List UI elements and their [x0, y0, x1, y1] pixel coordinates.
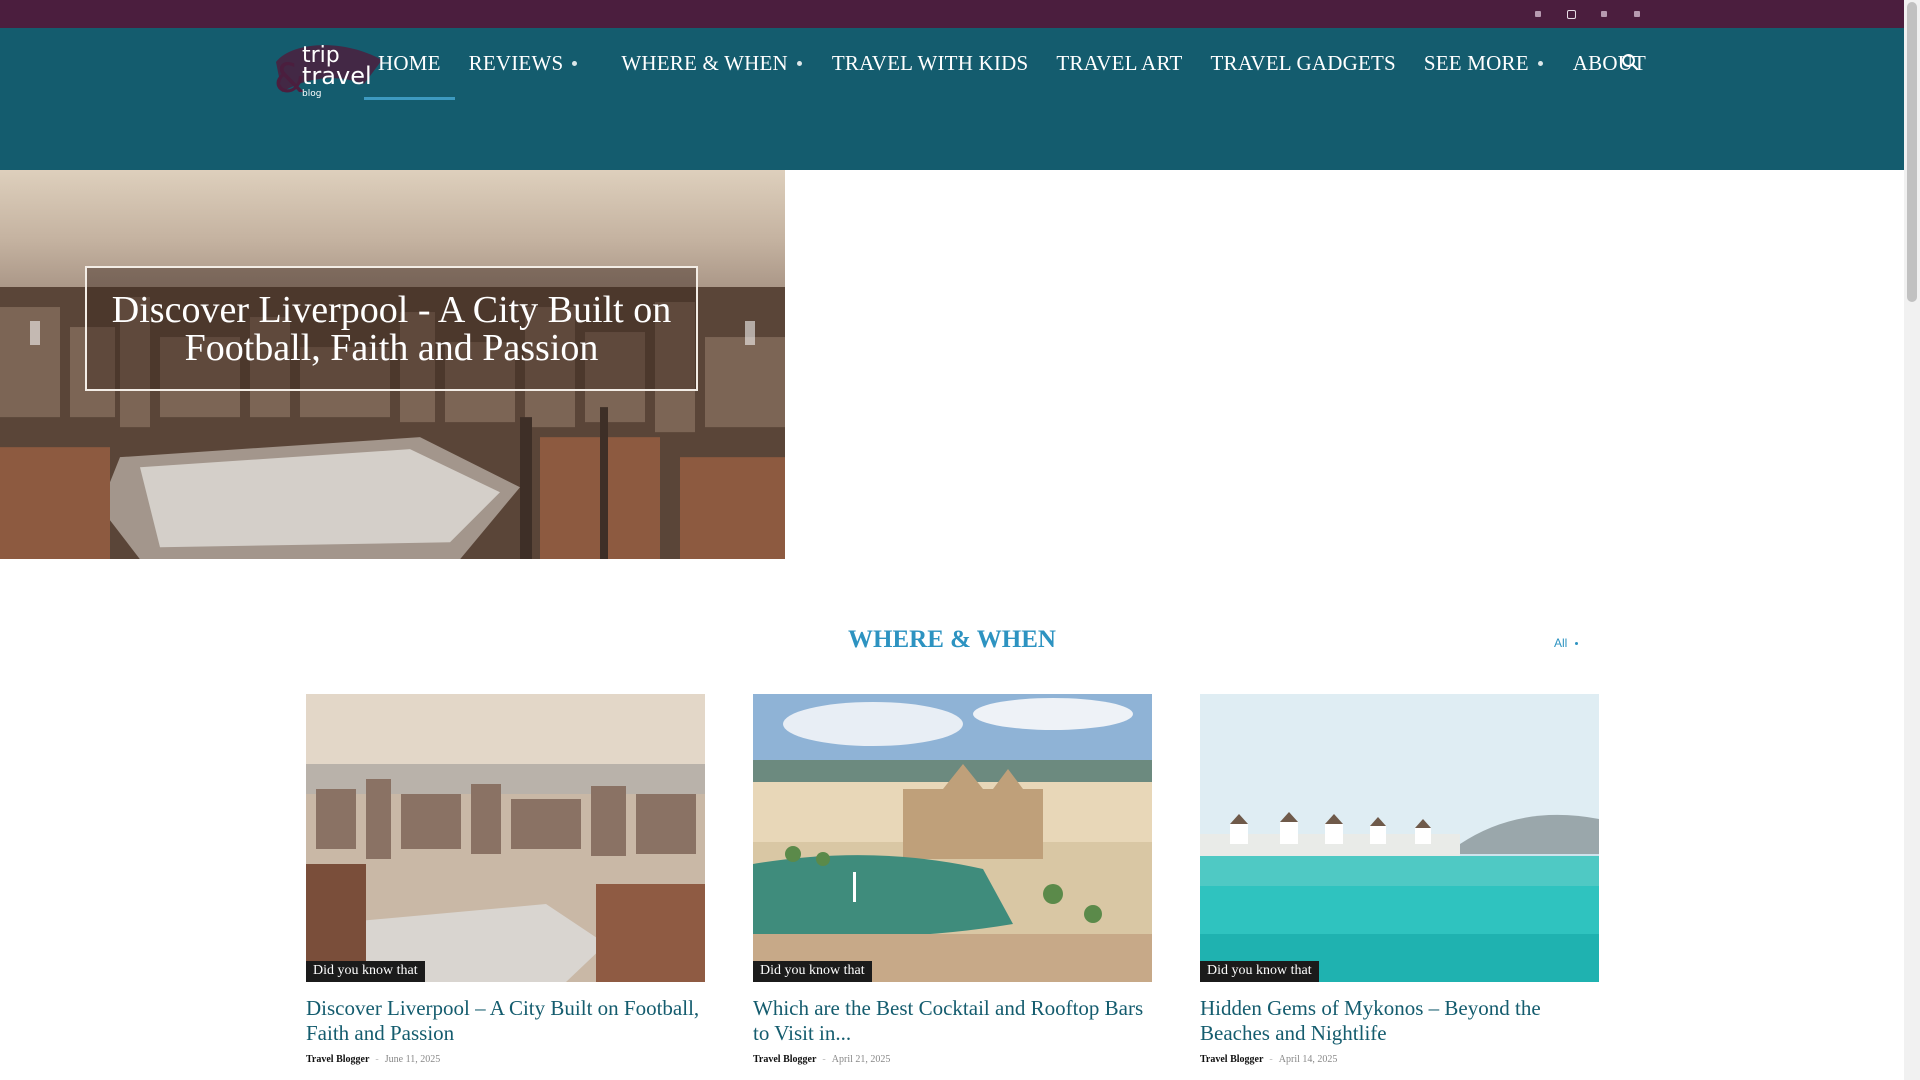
- liverpool-image: [306, 694, 705, 982]
- logo-word-blog: blog: [302, 89, 321, 99]
- nav-home[interactable]: HOME: [364, 28, 455, 100]
- article-date: June 11, 2025: [384, 1053, 441, 1065]
- nav-see-more[interactable]: SEE MORE: [1410, 28, 1557, 98]
- site-header: & trip travel blog HOME REVIEWS WHERE & …: [0, 28, 1904, 170]
- nav-travel-with-kids[interactable]: TRAVEL WITH KIDS: [818, 28, 1042, 98]
- article-thumbnail[interactable]: Did you know that: [306, 694, 705, 982]
- search-button[interactable]: [1618, 50, 1642, 74]
- nav-about[interactable]: ABOUT: [1559, 28, 1660, 98]
- hero-title: Discover Liverpool - A City Built on Foo…: [111, 288, 672, 369]
- article-date: April 14, 2025: [1278, 1053, 1338, 1065]
- nav-travel-with-kids-label: TRAVEL WITH KIDS: [831, 50, 1029, 75]
- article-meta: Travel Blogger - June 11, 2025: [306, 1054, 705, 1065]
- search-icon: [1622, 54, 1639, 71]
- chevron-down-icon: [1537, 60, 1543, 66]
- meta-separator: -: [375, 1053, 379, 1065]
- article-title[interactable]: Which are the Best Cocktail and Rooftop …: [753, 996, 1152, 1046]
- nav-travel-gadgets[interactable]: TRAVEL GADGETS: [1197, 28, 1410, 98]
- facebook-icon[interactable]: [1528, 4, 1548, 24]
- twitter-icon[interactable]: [1627, 4, 1647, 24]
- scrollbar-thumb[interactable]: [1907, 2, 1917, 302]
- instagram-icon[interactable]: [1561, 4, 1581, 24]
- chevron-down-icon: [1575, 641, 1579, 645]
- meta-separator: -: [822, 1053, 826, 1065]
- nav-where-when-label: WHERE & WHEN: [621, 50, 788, 75]
- article-title[interactable]: Hidden Gems of Mykonos – Beyond the Beac…: [1200, 996, 1599, 1046]
- meta-separator: -: [1269, 1053, 1273, 1065]
- article-author[interactable]: Travel Blogger: [306, 1054, 369, 1065]
- chevron-down-icon: [796, 60, 802, 66]
- article-meta: Travel Blogger - April 14, 2025: [1200, 1054, 1599, 1065]
- article-author[interactable]: Travel Blogger: [1200, 1054, 1263, 1065]
- hero-slider[interactable]: Discover Liverpool - A City Built on Foo…: [0, 170, 785, 559]
- section-all-label: All: [1554, 636, 1568, 650]
- chevron-down-icon: [572, 60, 578, 66]
- nav-home-label: HOME: [378, 50, 441, 75]
- article-card[interactable]: Did you know that Discover Liverpool – A…: [306, 694, 705, 1065]
- nav-reviews[interactable]: REVIEWS: [455, 28, 592, 98]
- nav-travel-gadgets-label: TRAVEL GADGETS: [1210, 50, 1396, 75]
- nav-reviews-label: REVIEWS: [468, 50, 564, 75]
- article-thumbnail[interactable]: Did you know that: [753, 694, 1152, 982]
- article-card[interactable]: Did you know that Hidden Gems of Mykonos…: [1200, 694, 1599, 1065]
- section-title: WHERE & WHEN: [848, 626, 1056, 653]
- palma-image: [753, 694, 1152, 982]
- chevron-right-icon: [745, 321, 755, 345]
- top-bar: [0, 0, 1904, 28]
- article-card[interactable]: Did you know that Which are the Best Coc…: [753, 694, 1152, 1065]
- pinterest-icon[interactable]: [1594, 4, 1614, 24]
- category-badge[interactable]: Did you know that: [753, 961, 872, 982]
- category-badge[interactable]: Did you know that: [306, 961, 425, 982]
- logo-word-travel: travel: [302, 62, 372, 90]
- article-author[interactable]: Travel Blogger: [753, 1054, 816, 1065]
- article-meta: Travel Blogger - April 21, 2025: [753, 1054, 1152, 1065]
- section-all-link[interactable]: All: [1554, 636, 1579, 650]
- nav-see-more-label: SEE MORE: [1423, 50, 1529, 75]
- nav-where-when[interactable]: WHERE & WHEN: [607, 28, 815, 98]
- hero-title-box[interactable]: Discover Liverpool - A City Built on Foo…: [85, 266, 698, 391]
- slider-prev-button[interactable]: [23, 318, 47, 348]
- logo-ampersand: &: [274, 56, 305, 100]
- nav-travel-art-label: TRAVEL ART: [1056, 50, 1183, 75]
- chevron-left-icon: [30, 321, 40, 345]
- article-title[interactable]: Discover Liverpool – A City Built on Foo…: [306, 996, 705, 1046]
- mykonos-image: [1200, 694, 1599, 982]
- nav-travel-art[interactable]: TRAVEL ART: [1042, 28, 1196, 98]
- slider-next-button[interactable]: [738, 318, 762, 348]
- article-thumbnail[interactable]: Did you know that: [1200, 694, 1599, 982]
- main-nav: HOME REVIEWS WHERE & WHEN TRAVEL WITH KI…: [364, 28, 1660, 100]
- article-date: April 21, 2025: [831, 1053, 891, 1065]
- category-badge[interactable]: Did you know that: [1200, 961, 1319, 982]
